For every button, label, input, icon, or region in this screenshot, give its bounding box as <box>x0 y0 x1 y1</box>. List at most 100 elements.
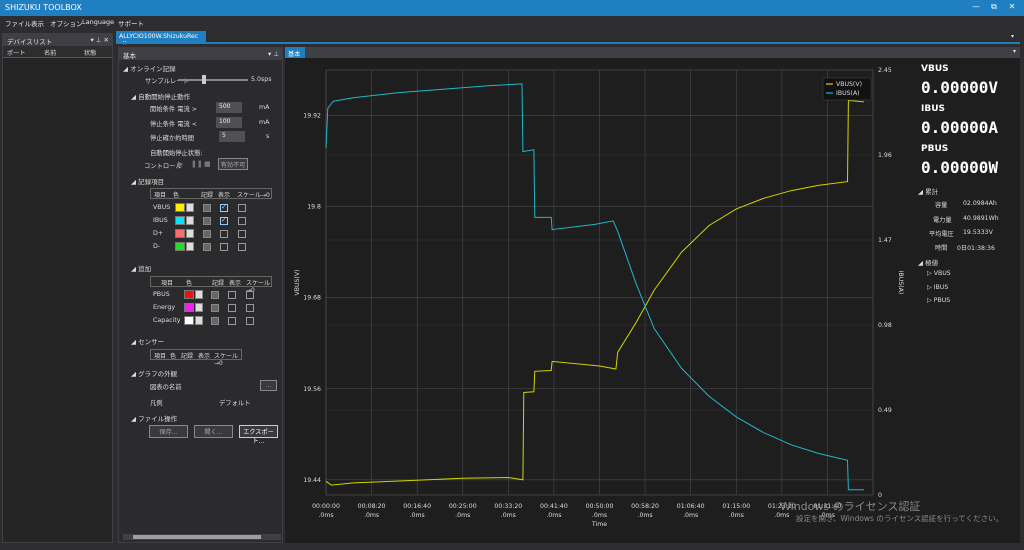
appearance-section[interactable]: ◢ グラフの外観 <box>131 368 177 378</box>
menu-options[interactable]: オプション <box>50 18 83 28</box>
rec-color-picker-button[interactable] <box>186 229 194 238</box>
chart-svg[interactable]: 00:00:00 .0ms 00:08:20 .0ms 00:16:40 .0ms 00:2… <box>285 58 915 532</box>
extreme-vbus[interactable]: ▷ VBUS <box>927 270 951 277</box>
rec-checkbox-show[interactable] <box>220 203 228 212</box>
record-section[interactable]: ◢ 記録項目 <box>131 176 164 186</box>
add-color-swatch[interactable] <box>184 316 194 325</box>
y-right-tick-label: 1.96 <box>878 152 892 159</box>
sample-rate-value: 5.0sps <box>251 76 272 83</box>
rec-checkbox-scale[interactable] <box>238 217 246 225</box>
menu-support[interactable]: サポート <box>118 18 144 28</box>
online-section[interactable]: ◢ オンライン記録 <box>123 63 176 73</box>
open-button[interactable]: 開く... <box>194 425 233 438</box>
extreme-pbus[interactable]: ▷ PBUS <box>927 297 950 304</box>
menu-language[interactable]: Language <box>82 18 114 26</box>
rec-color-swatch[interactable] <box>175 203 185 212</box>
settings-hscroll[interactable] <box>123 534 281 540</box>
menu-file[interactable]: ファイル <box>5 18 31 28</box>
sen-col-scale: スケール→0 <box>214 353 239 367</box>
rec-color-picker-button[interactable] <box>186 242 194 251</box>
rec-checkbox-record[interactable] <box>203 204 211 212</box>
col-port[interactable]: ポート <box>7 48 26 57</box>
extreme-ibus[interactable]: ▷ IBUS <box>927 284 948 291</box>
add-color-swatch[interactable] <box>184 303 194 312</box>
stop-condition-label: 停止条件 電流 < <box>150 121 198 128</box>
file-section[interactable]: ◢ ファイル操作 <box>131 413 177 423</box>
menu-view[interactable]: 表示 <box>31 18 44 28</box>
enable-button[interactable]: 有効不可 <box>218 158 248 170</box>
rec-checkbox-show[interactable] <box>220 230 228 238</box>
rec-color-picker-button[interactable] <box>186 203 194 212</box>
rec-color-swatch[interactable] <box>175 242 185 251</box>
start-current-input[interactable]: 500 <box>216 102 242 113</box>
x-tick-sublabel: .0ms <box>683 512 698 519</box>
add-checkbox-scale[interactable] <box>246 304 254 312</box>
close-icon[interactable]: ✕ <box>1004 2 1020 11</box>
x-tick-label: 00:33:20 <box>494 503 522 510</box>
y-left-tick-label: 19.92 <box>303 113 321 120</box>
record-grid-header: 項目 色 記録 表示 スケール→0 <box>150 188 272 199</box>
add-checkbox-scale[interactable] <box>246 317 254 325</box>
cumulative-section[interactable]: ◢ 累計 <box>918 186 938 196</box>
add-checkbox-show[interactable] <box>228 317 236 325</box>
rec-checkbox-scale[interactable] <box>238 243 246 251</box>
panel-pin-icon[interactable]: ▾ ⊥ ✕ <box>90 36 109 44</box>
add-color-picker-button[interactable] <box>195 303 203 312</box>
x-tick-sublabel: .0ms <box>410 512 425 519</box>
rec-checkbox-record[interactable] <box>203 243 211 251</box>
add-checkbox-record[interactable] <box>211 291 219 299</box>
rec-color-picker-button[interactable] <box>186 216 194 225</box>
sample-rate-slider[interactable] <box>178 79 248 81</box>
maximize-icon[interactable]: ⧉ <box>986 2 1002 12</box>
vbus-value: 0.00000V <box>921 78 999 97</box>
add-checkbox-show[interactable] <box>228 291 236 299</box>
y-left-tick-label: 19.56 <box>303 386 321 393</box>
chart-tab[interactable]: 基本 <box>285 47 305 58</box>
stop-current-input[interactable]: 100 <box>216 117 242 128</box>
chart-header: 基本 ▾ <box>285 47 1020 58</box>
add-row-name: Energy <box>153 304 176 311</box>
legend-select[interactable]: デフォルト <box>219 398 250 407</box>
auto-section[interactable]: ◢ 自動開始停止動作 <box>131 91 190 101</box>
minimize-icon[interactable]: — <box>968 2 984 11</box>
auto-status-label: 自動開始停止状態: <box>150 150 203 157</box>
add-checkbox-record[interactable] <box>211 304 219 312</box>
confirm-time-input[interactable]: 5 <box>219 131 245 142</box>
add-checkbox-record[interactable] <box>211 317 219 325</box>
rec-checkbox-record[interactable] <box>203 217 211 225</box>
pause-icon[interactable]: ❚❚ <box>191 160 203 168</box>
play-icon[interactable]: ▶ <box>178 160 183 168</box>
col-name[interactable]: 名前 <box>44 48 56 57</box>
export-button[interactable]: エクスポート... <box>239 425 278 445</box>
slider-thumb[interactable] <box>202 75 206 84</box>
rec-checkbox-record[interactable] <box>203 230 211 238</box>
doc-tab[interactable]: ALLYCIO100W.ShizukuRec ✕ <box>116 31 206 47</box>
x-tick-sublabel: .0ms <box>318 512 333 519</box>
extreme-section[interactable]: ◢ 極値 <box>918 257 938 267</box>
chart-name-button[interactable]: … <box>260 380 277 391</box>
x-tick-sublabel: .0ms <box>501 512 516 519</box>
rec-checkbox-show[interactable] <box>220 243 228 251</box>
add-color-picker-button[interactable] <box>195 290 203 299</box>
add-section[interactable]: ◢ 追加 <box>131 263 151 273</box>
rec-color-swatch[interactable] <box>175 216 185 225</box>
sensor-section[interactable]: ◢ センサー <box>131 336 164 346</box>
add-checkbox-show[interactable] <box>228 304 236 312</box>
rec-checkbox-show[interactable] <box>220 216 228 225</box>
add-color-swatch[interactable] <box>184 290 194 299</box>
rec-checkbox-scale[interactable] <box>238 204 246 212</box>
settings-pin-icon[interactable]: ▾ ⊥ <box>268 50 279 58</box>
y-right-tick-label: 0.98 <box>878 322 892 329</box>
add-checkbox-scale[interactable] <box>246 291 254 299</box>
col-status[interactable]: 状態 <box>84 48 96 57</box>
chart-menu-icon[interactable]: ▾ <box>1013 48 1016 55</box>
legend-label: IBUS(A) <box>836 90 860 97</box>
rec-color-swatch[interactable] <box>175 229 185 238</box>
save-button[interactable]: 保存... <box>149 425 188 438</box>
tab-overflow-icon[interactable]: ▾ <box>1011 33 1014 40</box>
stop-icon[interactable]: ■ <box>204 160 211 168</box>
add-color-picker-button[interactable] <box>195 316 203 325</box>
rec-checkbox-scale[interactable] <box>238 230 246 238</box>
capacity-value: 02.0984Ah <box>963 200 997 207</box>
rec-col-item: 項目 <box>154 192 167 199</box>
